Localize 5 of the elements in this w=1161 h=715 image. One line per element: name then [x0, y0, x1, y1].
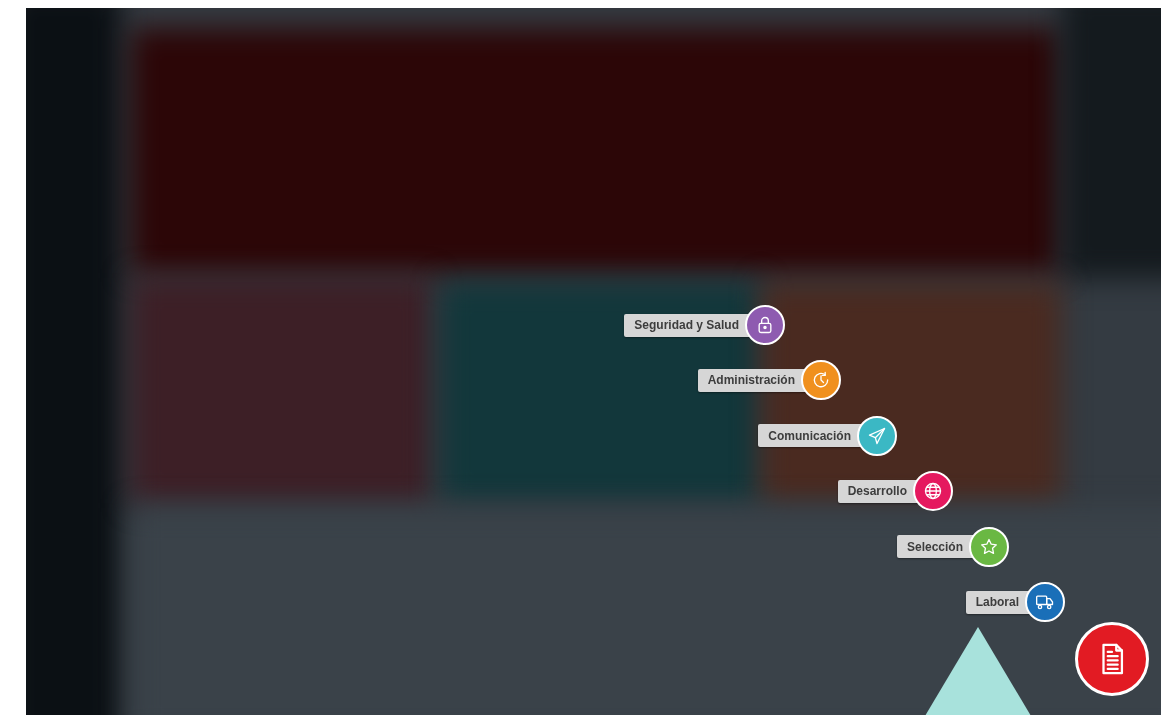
star-icon — [979, 536, 999, 557]
paper-plane-icon — [867, 425, 887, 446]
globe-icon — [923, 481, 943, 502]
menu-item-label[interactable]: Comunicación — [758, 424, 863, 448]
menu-item-label[interactable]: Selección — [896, 535, 975, 559]
